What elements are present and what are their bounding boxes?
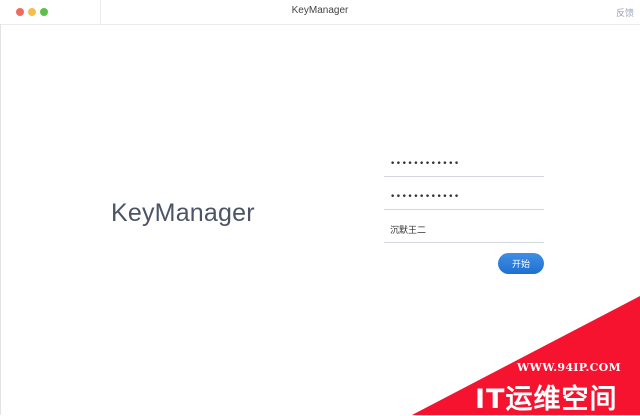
title-bar: KeyManager 反馈 (0, 0, 640, 25)
app-brand-heading: KeyManager (111, 199, 255, 227)
app-window: KeyManager 反馈 KeyManager 开始 (0, 0, 640, 415)
window-title: KeyManager (291, 5, 349, 16)
start-button[interactable]: 开始 (498, 253, 544, 274)
window-left-border (0, 24, 1, 415)
password-field-1[interactable] (384, 151, 544, 177)
feedback-link[interactable]: 反馈 (616, 6, 634, 19)
password-field-2[interactable] (384, 184, 544, 210)
name-field[interactable] (384, 217, 544, 243)
